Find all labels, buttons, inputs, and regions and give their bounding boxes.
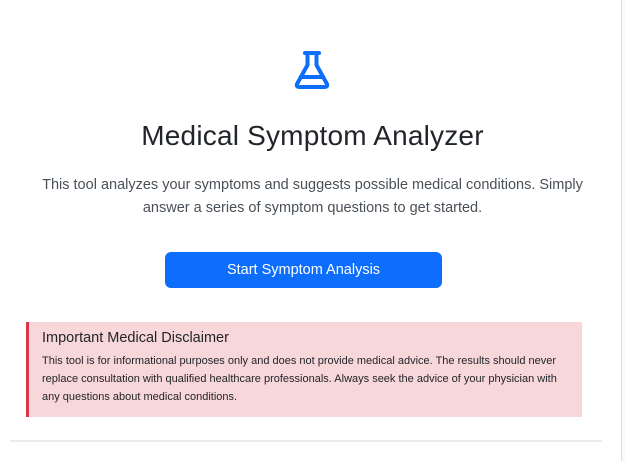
page: Medical Symptom Analyzer This tool analy… (0, 0, 625, 461)
disclaimer-title: Important Medical Disclaimer (42, 330, 229, 346)
medical-disclaimer-alert: Important Medical Disclaimer This tool i… (26, 322, 582, 417)
page-title: Medical Symptom Analyzer (141, 120, 484, 151)
page-subtitle: This tool analyzes your symptoms and sug… (42, 177, 583, 216)
disclaimer-text: This tool is for informational purposes … (42, 355, 557, 403)
window-scrollbar[interactable] (621, 0, 625, 461)
flask-icon (294, 51, 330, 89)
start-analysis-button[interactable]: Start Symptom Analysis (165, 252, 442, 288)
card-bottom-divider (10, 440, 602, 442)
